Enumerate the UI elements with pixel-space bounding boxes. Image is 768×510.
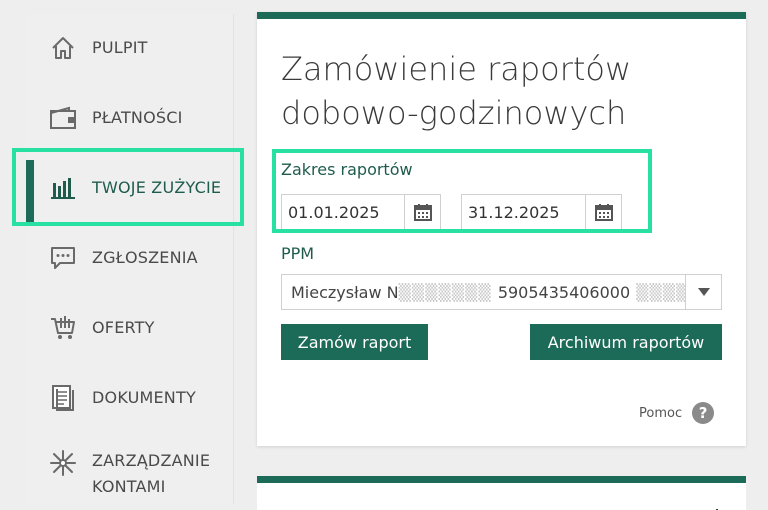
second-card bbox=[257, 476, 746, 510]
date-to-value: 31.12.2025 bbox=[468, 202, 560, 222]
date-from-field[interactable]: 01.01.2025 bbox=[281, 194, 441, 230]
documents-icon bbox=[48, 383, 78, 413]
sidebar-item-dokumenty[interactable]: DOKUMENTY bbox=[26, 368, 234, 428]
ppm-redacted: ▒▒▒▒▒▒▒ bbox=[398, 282, 498, 302]
sidebar-item-label: OFERTY bbox=[92, 318, 155, 337]
report-order-card: Zamówienie raportów dobowo-godzinowych Z… bbox=[257, 12, 746, 446]
help-label: Pomoc bbox=[639, 405, 683, 421]
sidebar-item-label: ZGŁOSZENIA bbox=[92, 248, 198, 267]
wallet-icon bbox=[48, 103, 78, 133]
date-to-field[interactable]: 31.12.2025 bbox=[461, 194, 622, 230]
page-title-line1: Zamówienie raportów bbox=[281, 50, 632, 88]
sidebar-item-label-line2: KONTAMI bbox=[92, 477, 166, 496]
calendar-icon[interactable] bbox=[585, 195, 621, 229]
sidebar-item-label: PULPIT bbox=[92, 38, 148, 57]
order-report-button[interactable]: Zamów raport bbox=[281, 324, 428, 360]
report-archive-button[interactable]: Archiwum raportów bbox=[530, 324, 722, 360]
sidebar: PULPIT PŁATNOŚCI TWOJE ZUŻYCIE ZGŁOSZENI… bbox=[26, 14, 234, 504]
sidebar-item-label: ZARZĄDZANIE KONTAMI bbox=[92, 448, 210, 500]
sidebar-item-twoje-zuzycie[interactable]: TWOJE ZUŻYCIE bbox=[26, 158, 234, 226]
ppm-name: Mieczysław N bbox=[291, 282, 399, 302]
chevron-down-icon[interactable] bbox=[685, 275, 721, 309]
home-icon bbox=[48, 33, 78, 63]
sidebar-item-oferty[interactable]: OFERTY bbox=[26, 298, 234, 358]
sidebar-item-label-line1: ZARZĄDZANIE bbox=[92, 451, 211, 470]
page-title: Zamówienie raportów dobowo-godzinowych bbox=[281, 47, 721, 135]
sidebar-item-label: TWOJE ZUŻYCIE bbox=[92, 178, 222, 197]
ppm-number: 5905435406000 bbox=[497, 282, 631, 302]
sidebar-item-label: DOKUMENTY bbox=[92, 388, 196, 407]
chat-bubble-icon bbox=[48, 243, 78, 273]
bar-chart-icon bbox=[48, 173, 78, 203]
range-label: Zakres raportów bbox=[281, 160, 413, 179]
sidebar-item-label: PŁATNOŚCI bbox=[92, 108, 183, 127]
date-from-value: 01.01.2025 bbox=[288, 202, 380, 222]
sidebar-item-pulpit[interactable]: PULPIT bbox=[26, 18, 234, 78]
page-title-line2: dobowo-godzinowych bbox=[281, 94, 627, 132]
sidebar-item-platnosci[interactable]: PŁATNOŚCI bbox=[26, 88, 234, 148]
sidebar-item-zarzadzanie-kontami[interactable]: ZARZĄDZANIE KONTAMI bbox=[26, 438, 234, 508]
shopping-cart-icon bbox=[48, 313, 78, 343]
ppm-selected-value: Mieczysław N▒▒▒▒▒▒▒ 5905435406000 ▒▒▒▒▒▒… bbox=[282, 283, 685, 302]
help-icon: ? bbox=[692, 402, 715, 424]
calendar-icon[interactable] bbox=[404, 195, 440, 229]
asterisk-icon bbox=[48, 448, 78, 478]
ppm-label: PPM bbox=[281, 244, 315, 263]
help-link[interactable]: Pomoc ? bbox=[639, 402, 715, 424]
ppm-redacted: ▒▒▒▒▒▒▒▒▒▒▒▒▒ bbox=[636, 282, 685, 302]
active-indicator bbox=[26, 160, 34, 226]
sidebar-item-zgloszenia[interactable]: ZGŁOSZENIA bbox=[26, 228, 234, 288]
ppm-select[interactable]: Mieczysław N▒▒▒▒▒▒▒ 5905435406000 ▒▒▒▒▒▒… bbox=[281, 274, 722, 310]
